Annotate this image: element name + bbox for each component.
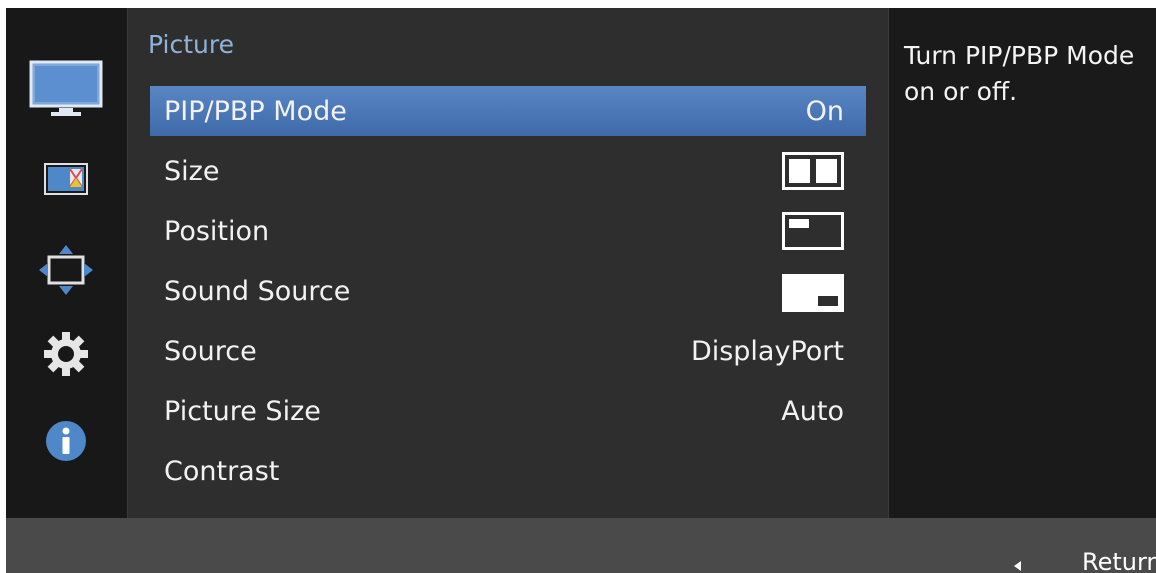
panel-title: Picture (148, 30, 234, 59)
monitor-icon[interactable] (6, 60, 126, 118)
menu-item-position[interactable]: Position (150, 206, 866, 256)
left-arrow-icon (1014, 561, 1021, 571)
resize-arrows-icon[interactable] (6, 245, 126, 295)
menu-item-label: Contrast (164, 455, 280, 487)
picture-color-icon[interactable] (6, 163, 126, 195)
menu-item-picture-size[interactable]: Picture Size Auto (150, 386, 866, 436)
menu-item-value: On (805, 95, 844, 127)
menu-item-label: Position (164, 215, 270, 247)
pbp-split-icon (782, 152, 844, 190)
bottom-bar: Return (6, 518, 1156, 573)
menu-item-label: PIP/PBP Mode (164, 95, 347, 127)
menu-item-label: Sound Source (164, 275, 351, 307)
menu-item-label: Source (164, 335, 257, 367)
menu-item-value: Auto (781, 395, 844, 427)
menu-item-pip-pbp-mode[interactable]: PIP/PBP Mode On (150, 86, 866, 136)
menu-item-sound-source[interactable]: Sound Source (150, 266, 866, 316)
picture-menu-panel: Picture PIP/PBP Mode On Size Position So… (128, 8, 888, 520)
menu-item-source[interactable]: Source DisplayPort (150, 326, 866, 376)
menu-item-size[interactable]: Size (150, 146, 866, 196)
pip-bottom-right-icon (782, 274, 844, 312)
menu-item-contrast[interactable]: Contrast (150, 446, 866, 496)
pip-top-left-icon (782, 212, 844, 250)
menu-item-label: Size (164, 155, 220, 187)
return-button[interactable]: Return (1082, 548, 1156, 573)
osd-menu: Picture PIP/PBP Mode On Size Position So… (6, 8, 1156, 573)
menu-item-value: DisplayPort (690, 335, 844, 367)
sidebar-icons (6, 8, 126, 518)
menu-item-label: Picture Size (164, 395, 321, 427)
gear-icon[interactable] (6, 332, 126, 376)
help-text: Turn PIP/PBP Mode on or off. (904, 41, 1135, 106)
info-icon[interactable] (6, 420, 126, 462)
